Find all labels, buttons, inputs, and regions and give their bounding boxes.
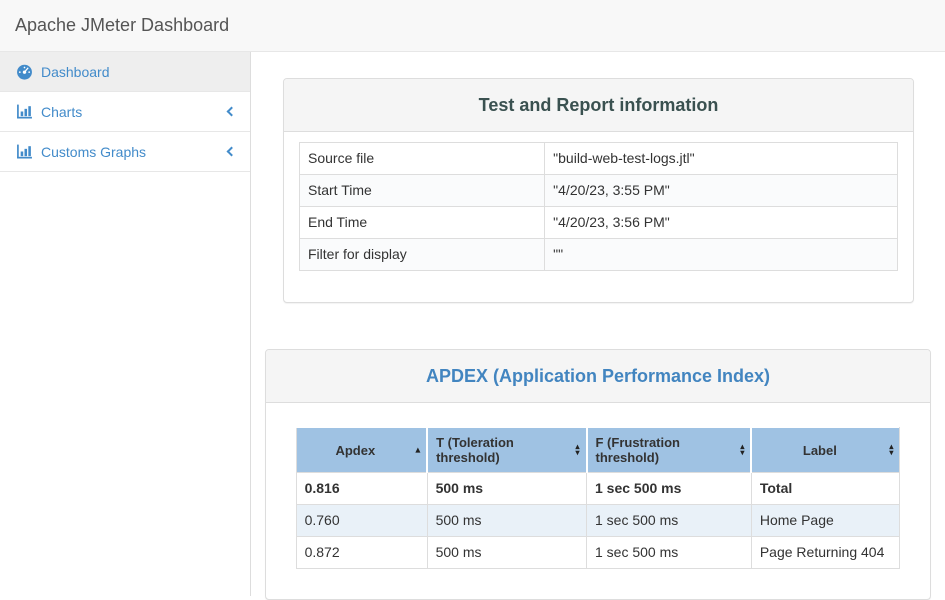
apdex-value: 0.872 <box>296 537 427 569</box>
column-header-label-col[interactable]: Label ▴▾ <box>751 428 900 473</box>
frustration-value: 1 sec 500 ms <box>587 505 752 537</box>
table-row: 0.872 500 ms 1 sec 500 ms Page Returning… <box>296 537 900 569</box>
apdex-panel-body: Apdex ▴ T (Toleration threshold) ▴▾ F (F… <box>266 403 930 599</box>
bar-chart-icon <box>16 143 33 160</box>
info-row-label: Start Time <box>300 175 545 207</box>
test-info-table: Source file "build-web-test-logs.jtl" St… <box>299 142 898 271</box>
sidebar-item-label: Customs Graphs <box>41 144 146 160</box>
sort-icon: ▴▾ <box>889 444 893 456</box>
apdex-title: APDEX (Application Performance Index) <box>426 366 770 386</box>
info-row-value: "build-web-test-logs.jtl" <box>545 143 898 175</box>
frustration-value: 1 sec 500 ms <box>587 473 752 505</box>
app-title: Apache JMeter Dashboard <box>0 15 229 36</box>
info-row-label: Filter for display <box>300 239 545 271</box>
table-row: 0.816 500 ms 1 sec 500 ms Total <box>296 473 900 505</box>
column-header-apdex[interactable]: Apdex ▴ <box>296 428 427 473</box>
test-info-panel: Test and Report information Source file … <box>283 78 914 303</box>
sort-icon: ▴▾ <box>575 444 579 456</box>
label-value: Page Returning 404 <box>751 537 900 569</box>
info-row-value: "4/20/23, 3:56 PM" <box>545 207 898 239</box>
apdex-panel-header: APDEX (Application Performance Index) <box>266 350 930 403</box>
apdex-value: 0.816 <box>296 473 427 505</box>
table-row: Source file "build-web-test-logs.jtl" <box>300 143 898 175</box>
sidebar: Dashboard Charts <box>0 52 251 596</box>
column-header-label: Label <box>803 443 837 458</box>
table-row: Filter for display "" <box>300 239 898 271</box>
test-info-panel-header: Test and Report information <box>284 79 913 132</box>
label-value: Home Page <box>751 505 900 537</box>
toleration-value: 500 ms <box>427 505 586 537</box>
main-content: Test and Report information Source file … <box>251 52 945 596</box>
chevron-left-icon <box>227 147 237 157</box>
column-header-label: Apdex <box>335 443 375 458</box>
sort-ascending-icon: ▴ <box>416 446 421 455</box>
table-row: 0.760 500 ms 1 sec 500 ms Home Page <box>296 505 900 537</box>
sidebar-item-label: Charts <box>41 104 82 120</box>
tachometer-icon <box>16 63 33 80</box>
frustration-value: 1 sec 500 ms <box>587 537 752 569</box>
sidebar-item-customs-graphs[interactable]: Customs Graphs <box>0 132 250 172</box>
sidebar-item-dashboard[interactable]: Dashboard <box>0 52 250 92</box>
sort-icon: ▴▾ <box>740 444 744 456</box>
label-value: Total <box>751 473 900 505</box>
info-row-label: Source file <box>300 143 545 175</box>
chevron-left-icon <box>227 107 237 117</box>
apdex-table: Apdex ▴ T (Toleration threshold) ▴▾ F (F… <box>296 427 901 569</box>
sidebar-item-charts[interactable]: Charts <box>0 92 250 132</box>
table-row: Start Time "4/20/23, 3:55 PM" <box>300 175 898 207</box>
column-header-label: T (Toleration threshold) <box>436 435 514 465</box>
table-header-row: Apdex ▴ T (Toleration threshold) ▴▾ F (F… <box>296 428 900 473</box>
info-row-label: End Time <box>300 207 545 239</box>
column-header-toleration-threshold[interactable]: T (Toleration threshold) ▴▾ <box>427 428 586 473</box>
info-row-value: "" <box>545 239 898 271</box>
toleration-value: 500 ms <box>427 473 586 505</box>
test-info-panel-body: Source file "build-web-test-logs.jtl" St… <box>284 132 913 302</box>
toleration-value: 500 ms <box>427 537 586 569</box>
apdex-value: 0.760 <box>296 505 427 537</box>
column-header-frustration-threshold[interactable]: F (Frustration threshold) ▴▾ <box>587 428 752 473</box>
test-info-title: Test and Report information <box>479 95 719 115</box>
app-header: Apache JMeter Dashboard <box>0 0 945 52</box>
bar-chart-icon <box>16 103 33 120</box>
table-row: End Time "4/20/23, 3:56 PM" <box>300 207 898 239</box>
info-row-value: "4/20/23, 3:55 PM" <box>545 175 898 207</box>
apdex-panel: APDEX (Application Performance Index) Ap… <box>265 349 931 600</box>
sidebar-item-label: Dashboard <box>41 64 110 80</box>
column-header-label: F (Frustration threshold) <box>596 435 681 465</box>
